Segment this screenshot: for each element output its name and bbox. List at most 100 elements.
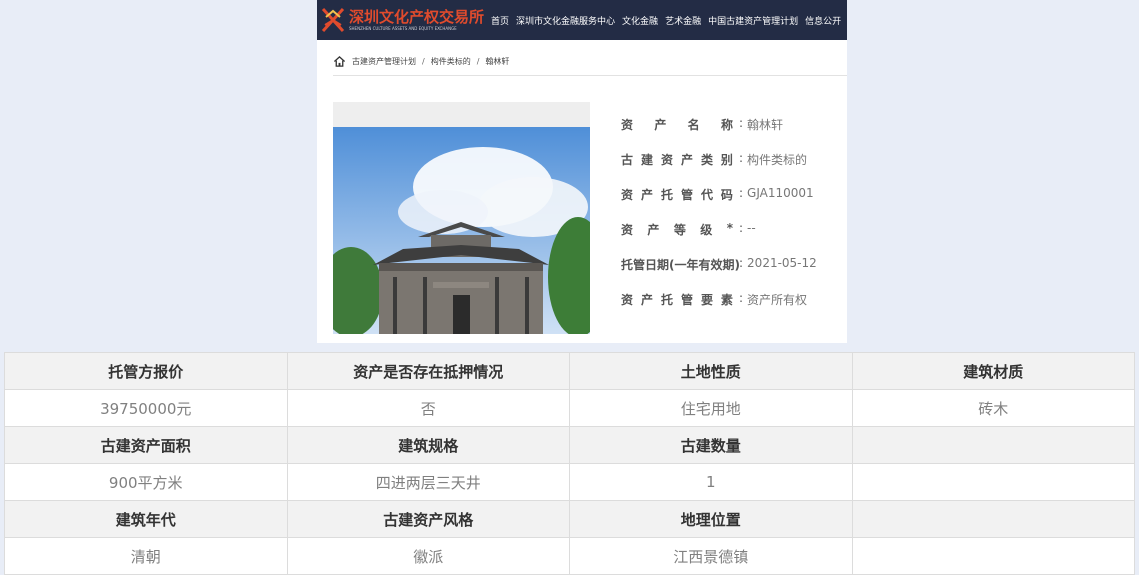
info-label-text: 资产托管代码 xyxy=(621,186,733,203)
table-header-row: 建筑年代 古建资产风格 地理位置 xyxy=(4,500,1135,538)
table-cell: 900平方米 xyxy=(4,463,288,501)
info-label-text: 资产托管要素 xyxy=(621,291,733,308)
nav-ancient-building-plan[interactable]: 中国古建资产管理计划 xyxy=(708,14,798,27)
table-row: 39750000元否住宅用地 砖木 xyxy=(4,389,1135,427)
table-header-cell: 土地性质 xyxy=(569,352,853,390)
table-header-cell: 建筑年代 xyxy=(4,500,288,538)
nav-information-disclosure[interactable]: 信息公开 xyxy=(805,14,841,27)
info-label-char: * xyxy=(726,221,733,235)
info-label-char: 托 xyxy=(660,293,673,307)
info-label-char: 类 xyxy=(700,153,713,167)
table-cell: 江西景德镇 xyxy=(569,537,853,575)
info-label-text: 资产名称 xyxy=(621,116,733,133)
asset-attributes-table: 托管方报价 资产是否存在抵押情况 土地性质 建筑材质 39750000元否住宅用地 砖木古… xyxy=(4,352,1135,575)
info-label: 托管日期(一年有效期) xyxy=(621,258,739,272)
info-label-char: 素 xyxy=(720,293,733,307)
info-value: 构件类标的 xyxy=(747,153,808,167)
info-label-char: 资 xyxy=(621,118,634,132)
info-colon: : xyxy=(739,256,744,270)
table-cell xyxy=(851,537,1135,575)
table-cell xyxy=(851,463,1135,501)
info-label: 资产托管代码 xyxy=(621,186,739,203)
info-label-char: 资 xyxy=(621,223,634,237)
table-header-cell: 古建数量 xyxy=(569,426,853,464)
table-cell: 清朝 xyxy=(4,537,288,575)
info-label-char: 要 xyxy=(700,293,713,307)
asset-info-list: 资产名称: 翰林轩古建资产类别: 构件类标的资产托管代码: GJA110001 资产等级… xyxy=(621,116,817,326)
info-label-text: 古建资产类别 xyxy=(621,151,733,168)
info-colon: : xyxy=(739,151,744,165)
asset-photo xyxy=(333,102,590,334)
info-row: 资 产 名 称: 翰林轩 xyxy=(621,116,817,151)
info-label-text: 资产等级 * xyxy=(621,221,733,238)
info-row: 资产托管要素: 资产所有权 xyxy=(621,291,817,326)
table-cell: 住宅用地 xyxy=(569,389,853,427)
home-icon[interactable] xyxy=(333,55,346,68)
table-header-cell: 建筑材质 xyxy=(851,352,1135,390)
breadcrumb-separator: / xyxy=(476,57,480,66)
table-cell: 四进两层三天井 xyxy=(286,463,570,501)
info-row: 资产等级 *: -- xyxy=(621,221,817,256)
info-label-char: 等 xyxy=(673,223,686,237)
table-row: 900平方米 四进两层三天井 1 xyxy=(4,463,1135,501)
logo-english-name: SHENZHEN CULTURE ASSETS AND EQUITY EXCHA… xyxy=(349,26,457,31)
nav-art-finance[interactable]: 艺术金融 xyxy=(665,14,701,27)
info-label-char: 码 xyxy=(720,188,733,202)
table-header-cell: 古建资产面积 xyxy=(4,426,288,464)
logo-mark-icon xyxy=(321,7,345,33)
table-header-cell xyxy=(851,426,1135,464)
table-header-cell xyxy=(851,500,1135,538)
info-label: 古建资产类别 xyxy=(621,151,739,168)
table-cell: 否 xyxy=(286,389,570,427)
info-label-char: 托 xyxy=(660,188,673,202)
table-cell: 39750000元 xyxy=(4,389,288,427)
breadcrumb-separator: / xyxy=(422,57,425,66)
info-label-char: 古 xyxy=(621,153,634,167)
table-header-row: 古建资产面积 建筑规格 古建数量 xyxy=(4,426,1135,464)
info-label: 资产托管要素 xyxy=(621,291,739,308)
nav-finance-service-center[interactable]: 深圳市文化金融服务中心 xyxy=(516,14,615,27)
info-label-char: 级 xyxy=(700,223,713,237)
info-label-char: 产 xyxy=(640,293,653,307)
breadcrumb-item-plan[interactable]: 古建资产管理计划 xyxy=(352,56,416,67)
info-value: GJA110001 xyxy=(747,186,814,200)
main-nav: 首页 深圳市文化金融服务中心 文化金融 艺术金融 中国古建资产管理计划 信息公开 xyxy=(491,14,841,27)
table-cell: 徽派 xyxy=(286,537,570,575)
info-row: 托管日期(一年有效期):2021-05-12 xyxy=(621,256,817,291)
logo-chinese-name: 深圳文化产权交易所 xyxy=(349,8,485,26)
breadcrumb: 古建资产管理计划 / 构件类标的 / 翰林轩 xyxy=(333,55,509,68)
info-label-char: 称 xyxy=(720,118,733,132)
table-header-cell: 地理位置 xyxy=(569,500,853,538)
info-value: 翰林轩 xyxy=(747,118,784,132)
info-label-char: 资 xyxy=(621,188,634,202)
table-header-cell: 建筑规格 xyxy=(286,426,570,464)
info-label-char: 建 xyxy=(640,153,653,167)
info-label-char: 产 xyxy=(640,188,653,202)
info-value: -- xyxy=(747,221,756,235)
info-row: 资产托管代码: GJA110001 xyxy=(621,186,817,221)
info-colon: : xyxy=(739,116,744,130)
info-row: 古建资产类别: 构件类标的 xyxy=(621,151,817,186)
top-navigation-bar: 深圳文化产权交易所 SHENZHEN CULTURE ASSETS AND EQ… xyxy=(317,0,847,40)
table-cell: 砖木 xyxy=(851,389,1135,427)
table-cell: 1 xyxy=(569,463,853,501)
breadcrumb-item-current: 翰林轩 xyxy=(485,57,510,66)
info-label-char: 管 xyxy=(680,188,693,202)
info-label-char: 别 xyxy=(720,153,733,167)
info-label-char: 产 xyxy=(647,223,660,237)
table-header-cell: 托管方报价 xyxy=(4,352,288,390)
info-label-char: 名 xyxy=(687,118,700,132)
info-label-char: 代 xyxy=(700,188,713,202)
ancient-building-photo xyxy=(333,127,590,334)
nav-home[interactable]: 首页 xyxy=(491,14,509,27)
info-colon: : xyxy=(739,291,744,305)
info-label-char: 产 xyxy=(680,153,693,167)
site-logo[interactable]: 深圳文化产权交易所 SHENZHEN CULTURE ASSETS AND EQ… xyxy=(320,0,484,40)
info-value: 2021-05-12 xyxy=(747,256,817,270)
info-colon: : xyxy=(739,186,744,200)
info-label: 资产等级 * xyxy=(621,221,739,238)
nav-culture-finance[interactable]: 文化金融 xyxy=(622,14,658,27)
breadcrumb-item-category[interactable]: 构件类标的 xyxy=(431,56,471,67)
info-label-char: 资 xyxy=(621,293,634,307)
table-header-cell: 资产是否存在抵押情况 xyxy=(286,352,570,390)
